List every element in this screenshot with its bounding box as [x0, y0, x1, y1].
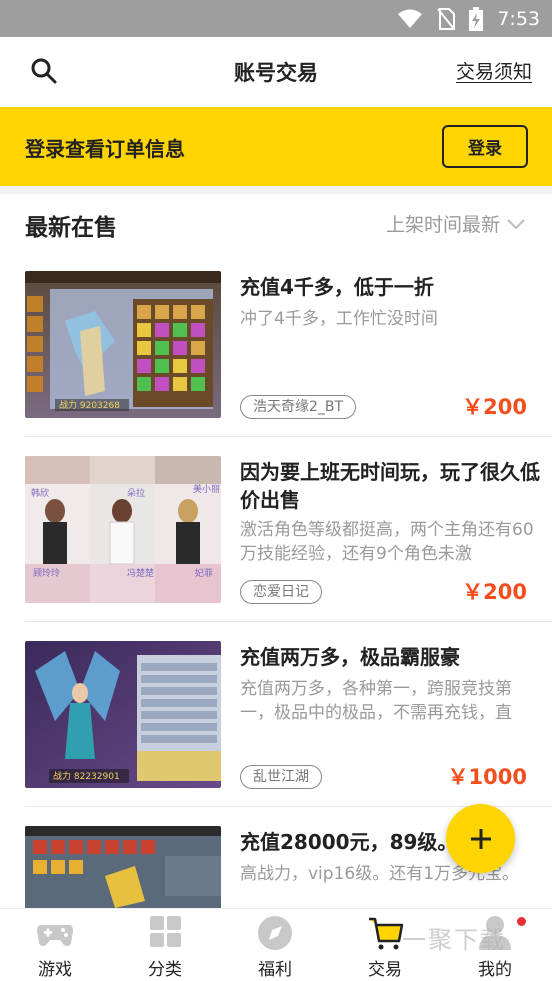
listing-price: ￥1000 [447, 765, 527, 789]
listing-thumbnail: 韩欣 朵拉 美小丽 顾玲玲 冯楚楚 妃菲 [25, 456, 221, 603]
game-tag: 乱世江湖 [240, 765, 322, 789]
listing-price: ￥200 [462, 395, 527, 419]
listing-item[interactable]: 韩欣 朵拉 美小丽 顾玲玲 冯楚楚 妃菲 因为要上班无时间玩，玩了很久低价出售 … [25, 456, 552, 641]
tab-label: 分类 [148, 960, 182, 980]
status-icons: 7:53 [397, 0, 540, 37]
trade-notice-link[interactable]: 交易须知 [456, 57, 532, 84]
status-time: 7:53 [497, 7, 540, 30]
thumbnail-power-text: 战力 9203268 [59, 399, 120, 411]
listing-description: 充值两万多，各种第一，跨服竞技第一，极品中的极品，不需再充钱，直 [240, 679, 512, 723]
character-name: 冯楚楚 [127, 567, 154, 579]
listing-description: 冲了4千多，工作忙没时间 [240, 309, 438, 329]
listing-price: ￥200 [462, 580, 527, 604]
divider [25, 436, 552, 437]
tab-benefits[interactable]: 福利 [220, 909, 330, 981]
tab-categories[interactable]: 分类 [110, 909, 220, 981]
notification-dot [517, 917, 526, 926]
listing-thumbnail: 战力 9203268 [25, 271, 221, 418]
sort-label: 上架时间最新 [385, 214, 500, 236]
listing-title: 充值两万多，极品霸服豪 [240, 645, 460, 669]
tab-label: 交易 [368, 960, 402, 980]
listing-thumbnail: 战力 82232901 [25, 641, 221, 788]
character-name: 顾玲玲 [33, 567, 60, 579]
plus-icon [470, 828, 491, 849]
listing-description: 激活角色等级都挺高，两个主角还有60万技能经验，还有9个角色未激 [240, 520, 534, 564]
login-button[interactable]: 登录 [442, 125, 528, 168]
compass-icon [258, 916, 292, 950]
watermark: 一聚下载 [402, 926, 506, 954]
character-name: 美小丽 [193, 483, 220, 495]
sort-dropdown[interactable]: 上架时间最新 [386, 210, 526, 237]
game-tag: 恋爱日记 [240, 580, 322, 604]
section-gap [0, 186, 552, 194]
header: 账号交易 交易须知 [0, 37, 552, 107]
character-name: 韩欣 [31, 487, 49, 499]
tab-label: 福利 [258, 960, 292, 980]
listing-thumbnail [25, 826, 221, 908]
tab-games[interactable]: 游戏 [0, 909, 110, 981]
tab-label: 我的 [478, 960, 512, 980]
character-name: 妃菲 [195, 567, 213, 579]
gamepad-icon [37, 925, 73, 947]
wifi-icon [398, 9, 423, 28]
game-tag: 浩天奇缘2_BT [240, 395, 357, 419]
listing-title: 充值4千多，低于一折 [240, 275, 434, 299]
thumbnail-power-text: 战力 82232901 [53, 770, 120, 782]
login-prompt: 登录查看订单信息 [25, 137, 185, 161]
no-sim-icon [437, 7, 456, 30]
chevron-down-icon [507, 218, 525, 229]
status-bar: 7:53 [0, 0, 552, 37]
divider [25, 621, 552, 622]
add-listing-button[interactable] [446, 804, 515, 873]
listing-title: 因为要上班无时间玩，玩了很久低价出售 [240, 460, 540, 512]
cart-icon [369, 917, 404, 950]
tab-label: 游戏 [38, 960, 72, 980]
listing-item[interactable]: 战力 9203268 充值4千多，低于一折 冲了4千多，工作忙没时间 浩天奇缘2… [25, 271, 552, 456]
character-name: 朵拉 [127, 487, 145, 499]
grid-icon [150, 916, 181, 947]
battery-charging-icon [469, 6, 484, 31]
section-title: 最新在售 [25, 215, 117, 241]
listing-item[interactable]: 战力 82232901 充值两万多，极品霸服豪 充值两万多，各种第一，跨服竞技第… [25, 641, 552, 826]
